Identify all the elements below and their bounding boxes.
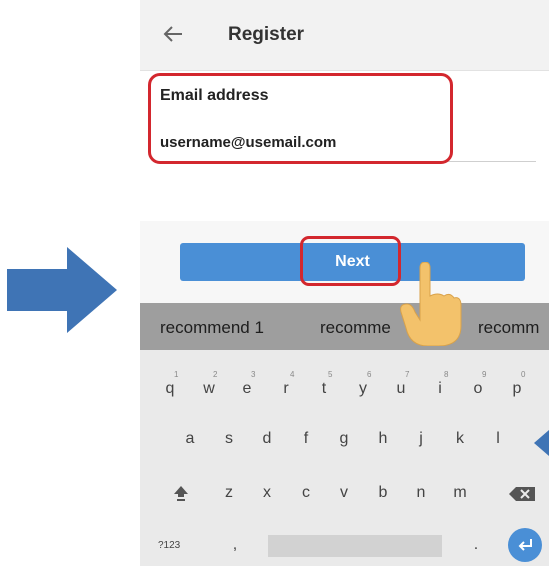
register-form: Email address username@usemail.com [140,71,549,221]
key-period[interactable]: . [466,536,486,554]
key-d[interactable]: d [257,430,277,448]
suggestion-2[interactable]: recomme [320,318,391,338]
key-q[interactable]: q [160,380,180,398]
key-hint-2: 2 [213,370,218,379]
key-r[interactable]: r [276,380,296,398]
key-k[interactable]: k [450,430,470,448]
key-hint-7: 7 [405,370,410,379]
key-m[interactable]: m [450,484,470,502]
key-hint-9: 9 [482,370,487,379]
key-a[interactable]: a [180,430,200,448]
key-i[interactable]: i [430,380,450,398]
key-c[interactable]: c [296,484,316,502]
side-pointer-icon [534,430,549,456]
key-symbols[interactable]: ?123 [158,540,188,551]
key-f[interactable]: f [296,430,316,448]
suggestion-3[interactable]: recomm [478,318,539,338]
key-n[interactable]: n [411,484,431,502]
key-v[interactable]: v [334,484,354,502]
key-o[interactable]: o [468,380,488,398]
key-g[interactable]: g [334,430,354,448]
key-x[interactable]: x [257,484,277,502]
key-t[interactable]: t [314,380,334,398]
key-u[interactable]: u [391,380,411,398]
app-bar: Register [140,0,549,71]
key-hint-6: 6 [367,370,372,379]
key-y[interactable]: y [353,380,373,398]
key-b[interactable]: b [373,484,393,502]
key-z[interactable]: z [219,484,239,502]
enter-key[interactable] [508,528,542,562]
key-comma[interactable]: , [225,536,245,554]
enter-arrow-icon [518,539,532,551]
key-p[interactable]: p [507,380,527,398]
shift-icon[interactable] [172,484,190,502]
key-hint-3: 3 [251,370,256,379]
back-arrow-icon[interactable] [162,24,184,44]
keyboard: q w e r t y u i o p 1 2 3 4 5 6 7 8 9 0 … [140,350,549,566]
key-l[interactable]: l [488,430,508,448]
suggestion-bar: recommend 1 recomme recomm [140,303,549,350]
key-hint-4: 4 [290,370,295,379]
key-h[interactable]: h [373,430,393,448]
key-e[interactable]: e [237,380,257,398]
page-title: Register [228,24,305,45]
key-s[interactable]: s [219,430,239,448]
phone-screen: Register Email address username@usemail.… [140,0,549,566]
suggestion-1[interactable]: recommend 1 [160,318,264,338]
key-hint-5: 5 [328,370,333,379]
email-field-highlight [148,73,453,164]
key-hint-1: 1 [174,370,179,379]
key-j[interactable]: j [411,430,431,448]
key-hint-0: 0 [521,370,526,379]
backspace-icon[interactable] [508,486,536,502]
pointing-hand-icon [400,262,462,346]
key-w[interactable]: w [199,380,219,398]
next-button-highlight [300,236,401,286]
pointer-arrow-icon [7,247,117,333]
key-hint-8: 8 [444,370,449,379]
space-bar[interactable] [268,535,442,557]
